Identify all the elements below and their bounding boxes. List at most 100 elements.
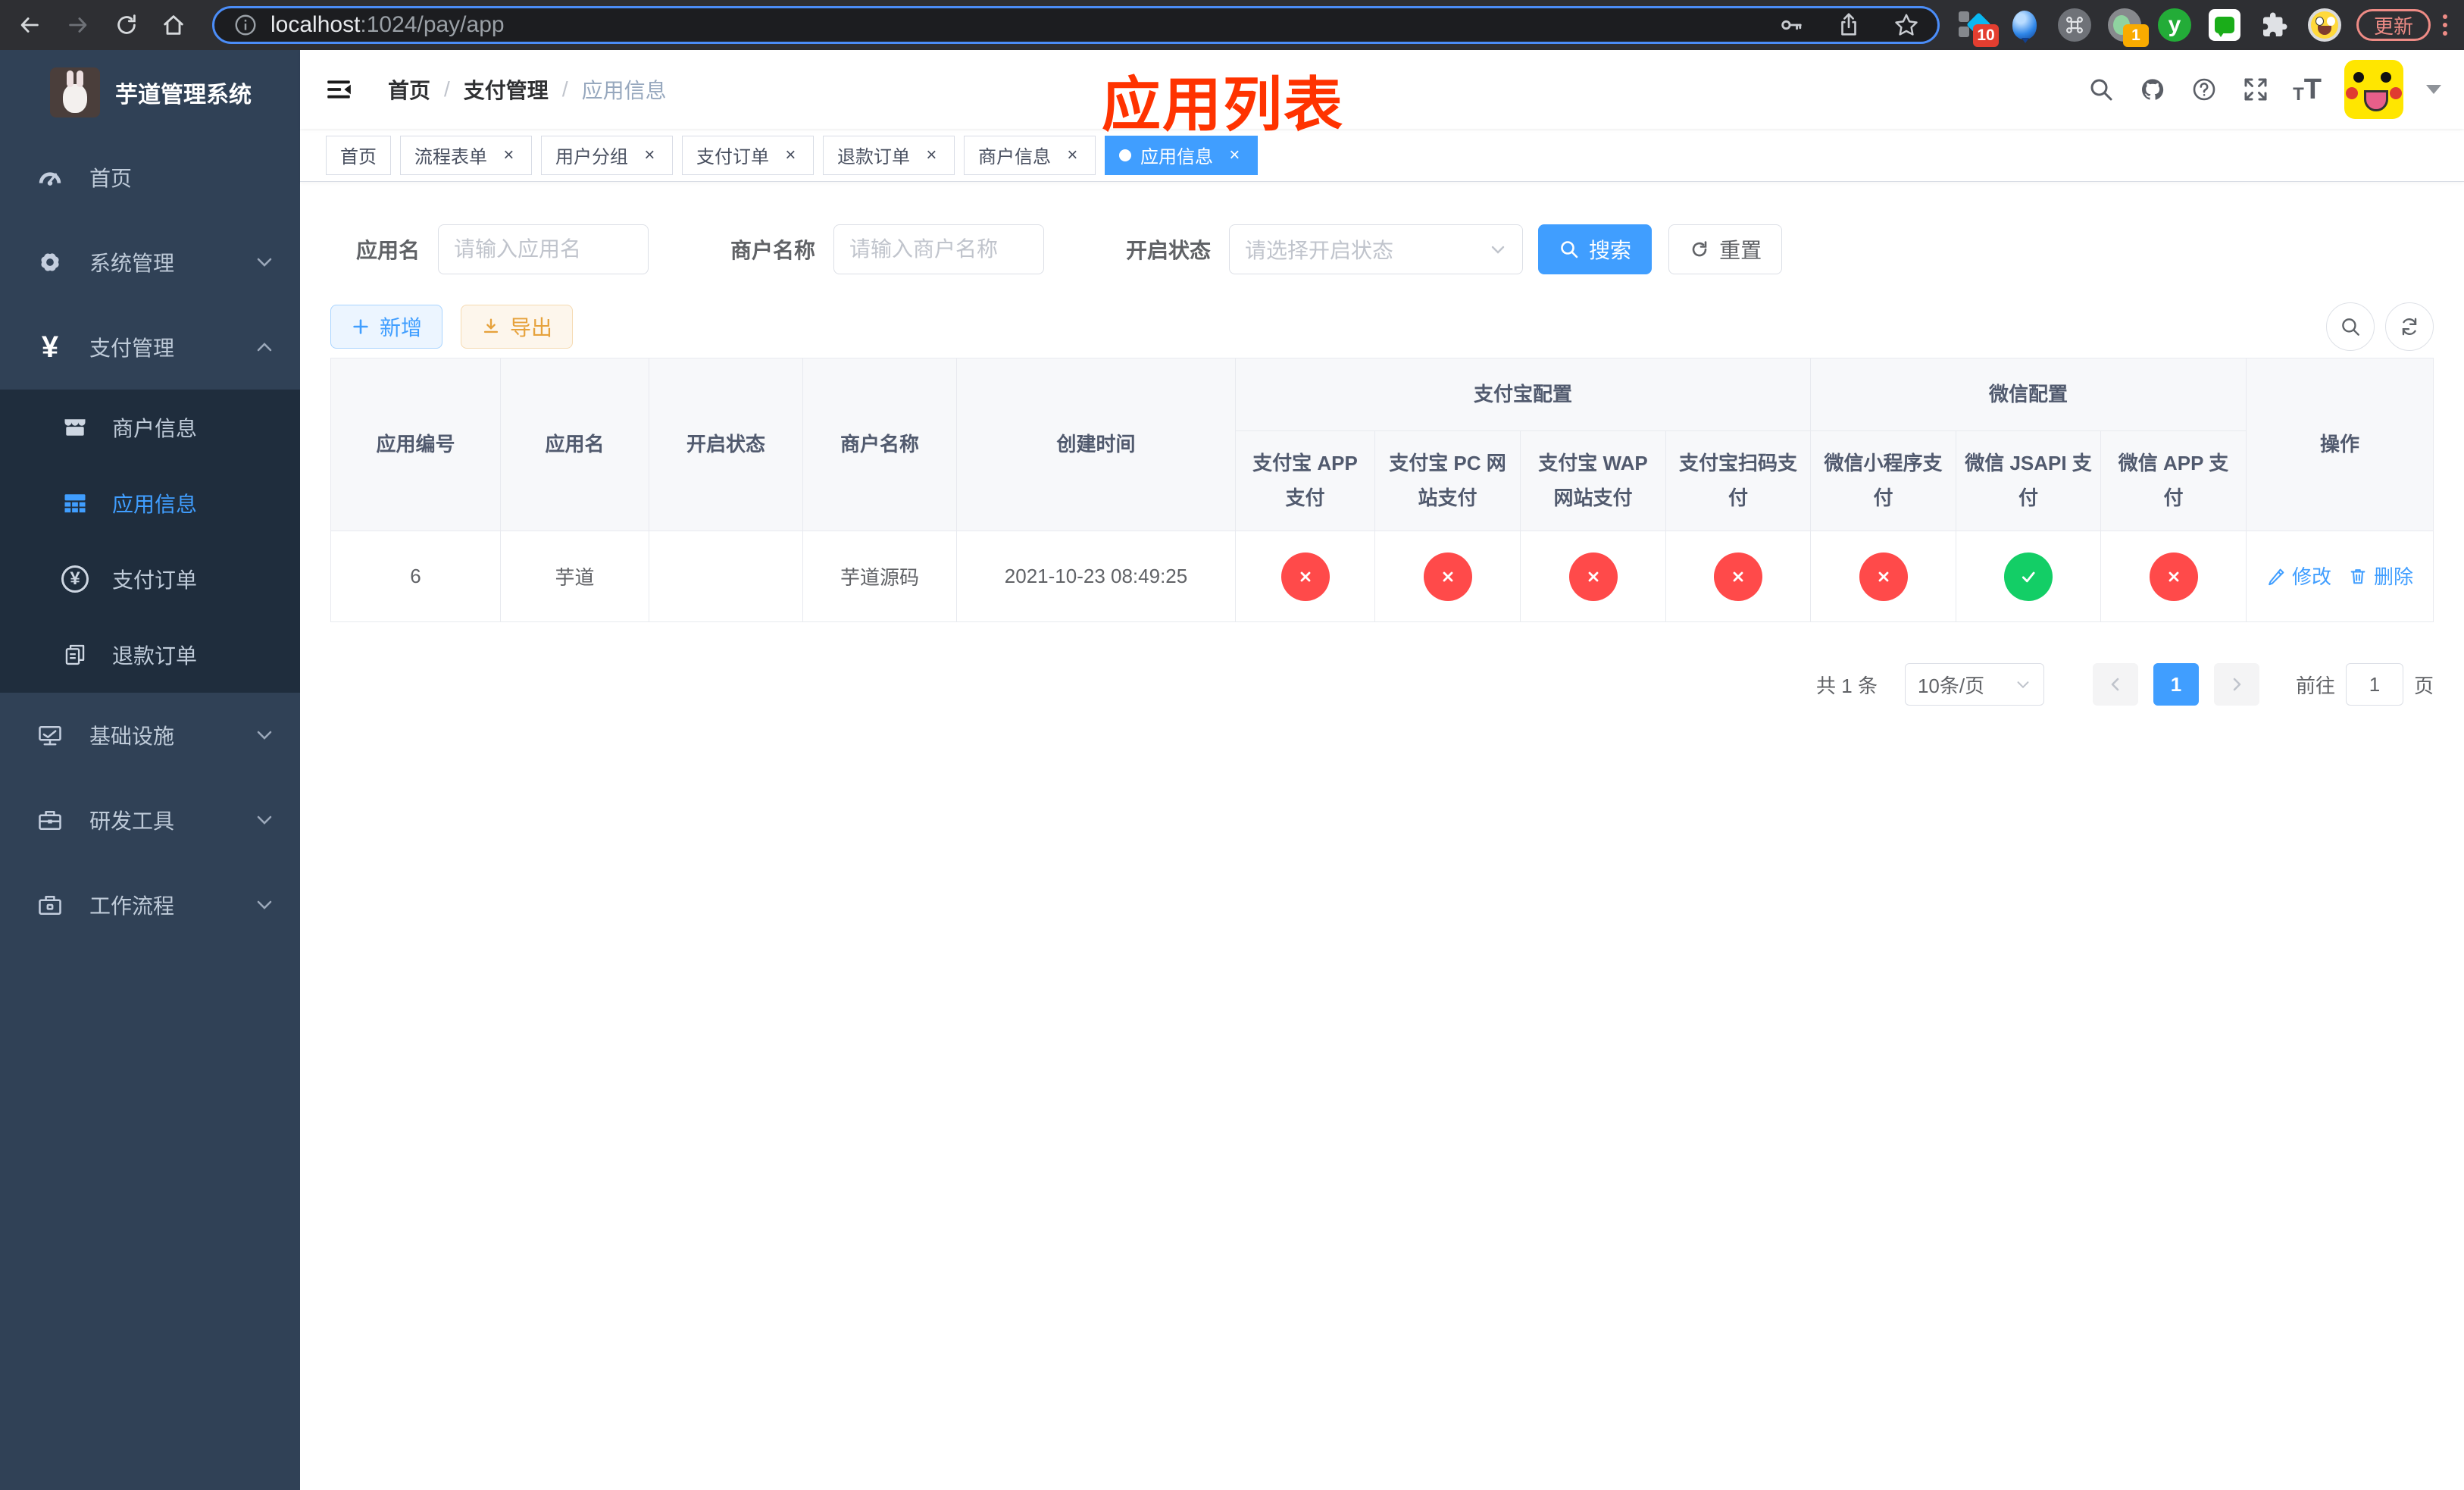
site-info-icon[interactable] <box>233 12 258 38</box>
reset-button[interactable]: 重置 <box>1668 224 1783 274</box>
top-navbar: 首页 / 支付管理 / 应用信息 TT <box>300 50 2464 129</box>
tab-close-icon[interactable] <box>1225 146 1243 164</box>
table-toolbar: 新增 导出 <box>330 302 2434 351</box>
group-wechat-config: 微信配置 <box>1810 358 2247 431</box>
col-alipay-wap: 支付宝 WAP 网站支付 <box>1520 430 1666 531</box>
browser-update-button[interactable]: 更新 <box>2356 9 2431 41</box>
refresh-icon <box>2402 318 2417 336</box>
col-created-at: 创建时间 <box>956 358 1236 531</box>
tab-close-icon[interactable] <box>640 146 658 164</box>
sidebar: 芋道管理系统 首页 系统管理 ¥ 支付管理 商户信息 应用信息 ¥ 支付订单 退… <box>0 50 300 1490</box>
sidebar-item-dev-tools[interactable]: 研发工具 <box>0 778 300 862</box>
github-icon[interactable] <box>2138 75 2167 104</box>
extension-chat-icon[interactable] <box>2208 8 2241 42</box>
tag-tab-home[interactable]: 首页 <box>326 135 391 175</box>
refresh-table-button[interactable] <box>2385 302 2434 351</box>
font-size-icon[interactable]: TT <box>2293 75 2322 104</box>
goto-label: 前往 <box>2295 674 2335 697</box>
sidebar-item-label: 退款订单 <box>112 644 198 668</box>
prev-page-button[interactable] <box>2092 663 2138 706</box>
page-annotation-title: 应用列表 <box>1102 71 1345 138</box>
tag-tab-process-form[interactable]: 流程表单 <box>400 135 532 175</box>
sidebar-item-label: 应用信息 <box>112 493 198 516</box>
cross-icon <box>1568 552 1618 601</box>
cell-alipay-wap <box>1520 531 1666 622</box>
goto-page-input[interactable] <box>2345 663 2403 706</box>
extension-command-icon[interactable] <box>2058 8 2091 42</box>
breadcrumb-separator: / <box>561 77 568 101</box>
sidebar-collapse-icon[interactable] <box>324 75 353 104</box>
yen-icon: ¥ <box>41 330 59 364</box>
browser-back-icon[interactable] <box>12 8 47 42</box>
page-size-select[interactable]: 10条/页 <box>1904 663 2044 706</box>
browser-reload-icon[interactable] <box>109 8 144 42</box>
browser-home-icon[interactable] <box>156 8 191 42</box>
next-page-button[interactable] <box>2213 663 2259 706</box>
sidebar-item-app-info[interactable]: 应用信息 <box>0 465 300 541</box>
extension-record-icon[interactable]: 1 <box>2108 8 2149 47</box>
status-select[interactable]: 请选择开启状态 <box>1229 224 1524 274</box>
chevron-down-icon <box>255 895 274 915</box>
avatar-caret-icon[interactable] <box>2426 85 2441 94</box>
url-text[interactable]: localhost:1024/pay/app <box>270 12 505 38</box>
cross-icon <box>1280 552 1330 601</box>
chevron-down-icon <box>255 252 274 272</box>
tab-close-icon[interactable] <box>922 146 940 164</box>
merchant-name-input[interactable] <box>833 224 1045 274</box>
cell-app-name: 芋道 <box>500 531 649 622</box>
extension-balloon-icon[interactable] <box>2008 8 2041 43</box>
search-button[interactable]: 搜索 <box>1538 224 1653 274</box>
toolbox-icon <box>33 803 67 837</box>
pencil-icon <box>2269 568 2284 585</box>
app-name-input[interactable] <box>438 224 649 274</box>
tag-tab-merchant-info[interactable]: 商户信息 <box>964 135 1096 175</box>
share-icon[interactable] <box>1836 12 1862 38</box>
extension-youdao-icon[interactable]: y <box>2158 8 2191 42</box>
monitor-icon <box>33 718 67 752</box>
profile-emoji-icon[interactable] <box>2308 8 2341 42</box>
sidebar-item-pay-order[interactable]: ¥ 支付订单 <box>0 541 300 617</box>
bookmark-star-icon[interactable] <box>1893 12 1919 38</box>
add-button[interactable]: 新增 <box>330 305 443 349</box>
password-key-icon[interactable] <box>1778 12 1804 38</box>
group-alipay-config: 支付宝配置 <box>1234 358 1812 431</box>
help-icon[interactable] <box>2190 75 2219 104</box>
breadcrumb-payment[interactable]: 支付管理 <box>464 74 549 105</box>
user-avatar[interactable] <box>2344 60 2403 119</box>
fullscreen-icon[interactable] <box>2241 75 2270 104</box>
header-search-icon[interactable] <box>2087 75 2115 104</box>
sidebar-item-label: 工作流程 <box>89 894 175 918</box>
show-search-toggle-button[interactable] <box>2326 302 2375 351</box>
refresh-icon <box>1692 241 1707 257</box>
page-number-1[interactable]: 1 <box>2153 663 2199 706</box>
sidebar-item-payment[interactable]: ¥ 支付管理 <box>0 305 300 390</box>
export-button[interactable]: 导出 <box>461 305 574 349</box>
tag-tab-user-group[interactable]: 用户分组 <box>541 135 673 175</box>
sidebar-item-merchant-info[interactable]: 商户信息 <box>0 390 300 465</box>
col-wechat-app: 微信 APP 支付 <box>2100 430 2247 531</box>
cell-operations: 修改 删除 <box>2246 531 2434 622</box>
delete-link[interactable]: 删除 <box>2348 562 2413 590</box>
document-icon <box>59 639 91 671</box>
pagination: 共 1 条 10条/页 1 前往 页 <box>330 663 2434 706</box>
sidebar-item-workflow[interactable]: 工作流程 <box>0 862 300 947</box>
cell-wechat-jsapi <box>1956 531 2102 622</box>
edit-link[interactable]: 修改 <box>2266 562 2331 590</box>
extensions-puzzle-icon[interactable] <box>2258 8 2291 42</box>
tab-close-icon[interactable] <box>499 146 518 164</box>
tab-close-icon[interactable] <box>781 146 799 164</box>
tab-close-icon[interactable] <box>1063 146 1081 164</box>
cell-alipay-app <box>1235 531 1375 622</box>
tag-tab-pay-order[interactable]: 支付订单 <box>682 135 814 175</box>
sidebar-item-system[interactable]: 系统管理 <box>0 220 300 305</box>
extension-diamond-icon[interactable]: 10 <box>1958 8 1999 47</box>
address-bar[interactable]: localhost:1024/pay/app <box>212 6 1940 44</box>
tag-tab-refund-order[interactable]: 退款订单 <box>823 135 955 175</box>
browser-forward-icon[interactable] <box>61 8 95 42</box>
sidebar-item-home[interactable]: 首页 <box>0 135 300 220</box>
sidebar-item-refund-order[interactable]: 退款订单 <box>0 617 300 693</box>
browser-menu-icon[interactable] <box>2443 14 2448 36</box>
sidebar-item-infrastructure[interactable]: 基础设施 <box>0 693 300 778</box>
download-icon <box>483 318 499 333</box>
breadcrumb-home[interactable]: 首页 <box>388 74 430 105</box>
